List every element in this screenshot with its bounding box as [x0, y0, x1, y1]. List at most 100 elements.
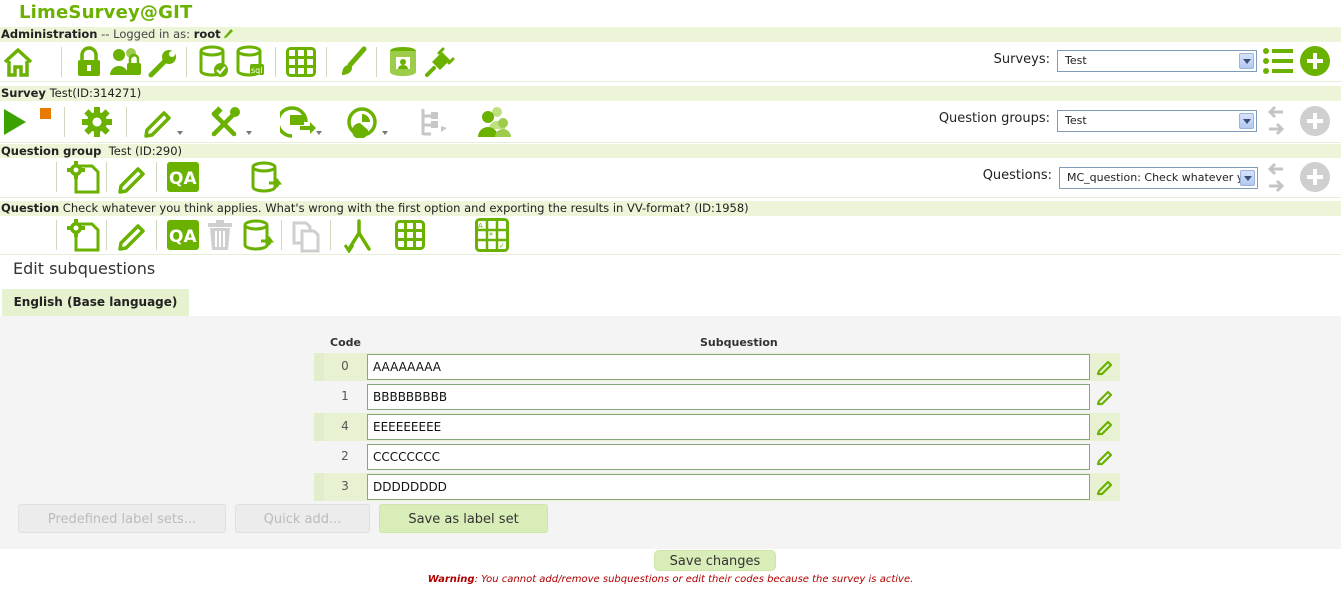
check-database-icon[interactable]	[199, 45, 229, 79]
add-survey-icon[interactable]	[1299, 45, 1331, 77]
logged-in-text: -- Logged in as:	[97, 27, 194, 41]
edit-group-pencil-icon[interactable]	[116, 162, 148, 194]
trash-icon	[205, 219, 235, 251]
prev-next-question-arrows-icon[interactable]	[1265, 161, 1287, 195]
quick-add-button: Quick add...	[235, 504, 370, 533]
export-group-icon[interactable]	[251, 161, 283, 195]
edit-subquestion-icon[interactable]	[1096, 418, 1114, 439]
stop-survey-icon[interactable]	[40, 108, 51, 119]
table-row: 1 BBBBBBBBB	[314, 383, 1120, 411]
add-question-icon[interactable]	[1299, 161, 1331, 193]
edit-question-pencil-icon[interactable]	[116, 219, 148, 251]
edit-subquestion-icon[interactable]	[1096, 448, 1114, 469]
questions-label: Questions:	[982, 168, 1052, 183]
svg-text:✓: ✓	[499, 242, 505, 250]
qa-preview-icon[interactable]: QA	[167, 162, 199, 192]
chevron-down-icon[interactable]	[1240, 170, 1255, 186]
survey-bar: Survey Test(ID:314271)	[0, 86, 1341, 101]
user-groups-icon[interactable]	[109, 47, 143, 77]
admin-label: Administration	[1, 27, 98, 41]
chevron-down-icon[interactable]	[1239, 113, 1254, 129]
sql-database-icon[interactable]: sql	[236, 45, 266, 79]
survey-name: Test(ID:314271)	[49, 86, 142, 100]
row-code: 2	[341, 449, 349, 463]
subquestions-grid-icon[interactable]	[395, 220, 425, 250]
list-surveys-icon[interactable]	[1262, 46, 1294, 76]
subquestion-input[interactable]: EEEEEEEEE	[367, 414, 1090, 440]
admin-bar: Administration -- Logged in as: root	[0, 27, 1341, 42]
edit-subquestion-icon[interactable]	[1096, 478, 1114, 499]
surveys-select[interactable]: Test	[1057, 50, 1257, 72]
question-groups-select-value: Test	[1065, 114, 1087, 127]
svg-text:QA: QA	[169, 227, 197, 247]
save-changes-button[interactable]: Save changes	[654, 550, 776, 571]
add-group-icon[interactable]	[1299, 105, 1331, 137]
questions-select[interactable]: MC_question: Check whatever yo	[1059, 167, 1258, 189]
group-toolbar: QA Questions: MC_question: Check whateve…	[0, 158, 1341, 198]
questions-select-value: MC_question: Check whatever yo	[1067, 171, 1251, 184]
subquestion-input[interactable]: DDDDDDDD	[367, 474, 1090, 500]
row-code: 3	[341, 479, 349, 493]
display-export-icon[interactable]	[280, 106, 326, 138]
plugin-icon[interactable]	[424, 46, 456, 78]
surveys-label: Surveys:	[993, 52, 1050, 67]
chevron-down-icon[interactable]	[1239, 53, 1254, 69]
export-question-icon[interactable]	[243, 219, 275, 253]
table-row: 2 CCCCCCCC	[314, 443, 1120, 471]
responses-chart-icon[interactable]	[346, 106, 392, 138]
table-row: 3 DDDDDDDD	[314, 473, 1120, 501]
activate-play-icon[interactable]	[2, 107, 28, 137]
edit-subquestion-icon[interactable]	[1096, 388, 1114, 409]
tab-english-base-language[interactable]: English (Base language)	[2, 289, 189, 316]
survey-label: Survey	[1, 86, 46, 100]
edit-survey-pencil-icon[interactable]	[142, 106, 188, 138]
edit-user-icon[interactable]	[223, 27, 234, 42]
question-text: Check whatever you think applies. What's…	[62, 201, 749, 215]
svg-text:sql: sql	[251, 66, 262, 75]
tools-icon[interactable]	[210, 106, 258, 138]
question-toolbar: QA A * ✓	[0, 216, 1341, 255]
question-groups-select[interactable]: Test	[1057, 110, 1257, 132]
survey-toolbar: Question groups: Test	[0, 101, 1341, 143]
prev-next-group-arrows-icon[interactable]	[1265, 104, 1287, 138]
row-code: 1	[341, 389, 349, 403]
copy-question-icon	[290, 219, 322, 253]
predefined-label-sets-button: Predefined label sets...	[18, 504, 226, 533]
survey-flow-icon	[417, 106, 449, 138]
label-sets-grid-icon[interactable]	[286, 47, 316, 77]
question-settings-icon[interactable]	[66, 218, 100, 252]
code-column-header: Code	[330, 336, 361, 349]
group-settings-icon[interactable]	[66, 160, 100, 194]
surveys-select-value: Test	[1065, 54, 1087, 67]
warning-text: : You cannot add/remove subquestions or …	[474, 574, 914, 585]
table-row: 0 AAAAAAAA	[314, 353, 1120, 381]
table-row: 4 EEEEEEEEE	[314, 413, 1120, 441]
wrench-icon[interactable]	[147, 47, 179, 79]
app-title: LimeSurvey@GIT	[19, 2, 193, 23]
warning-title: Warning	[427, 574, 475, 585]
participants-icon[interactable]	[476, 105, 512, 139]
lock-icon[interactable]	[75, 46, 103, 78]
question-bar: Question Check whatever you think applie…	[0, 201, 1341, 216]
subquestion-input[interactable]: BBBBBBBBB	[367, 384, 1090, 410]
svg-text:QA: QA	[169, 169, 197, 189]
subquestion-input[interactable]: AAAAAAAA	[367, 354, 1090, 380]
subquestion-input[interactable]: CCCCCCCC	[367, 444, 1090, 470]
home-icon[interactable]	[2, 46, 34, 78]
row-code: 0	[341, 359, 349, 373]
question-label: Question	[1, 201, 60, 215]
answer-options-grid-icon[interactable]: A * ✓	[475, 218, 509, 252]
template-brush-icon[interactable]	[338, 46, 368, 78]
question-groups-label: Question groups:	[938, 111, 1050, 126]
conditions-branch-icon[interactable]	[343, 219, 375, 253]
gear-icon[interactable]	[81, 106, 113, 138]
qa-preview-question-icon[interactable]: QA	[167, 220, 199, 250]
participants-database-icon[interactable]	[388, 45, 418, 79]
question-group-label: Question group	[1, 144, 102, 158]
save-as-label-set-button[interactable]: Save as label set	[379, 504, 548, 533]
svg-text:*: *	[489, 231, 493, 240]
username[interactable]: root	[194, 27, 221, 41]
subquestion-column-header: Subquestion	[700, 336, 778, 349]
question-group-bar: Question group Test (ID:290)	[0, 144, 1341, 159]
edit-subquestion-icon[interactable]	[1096, 358, 1114, 379]
